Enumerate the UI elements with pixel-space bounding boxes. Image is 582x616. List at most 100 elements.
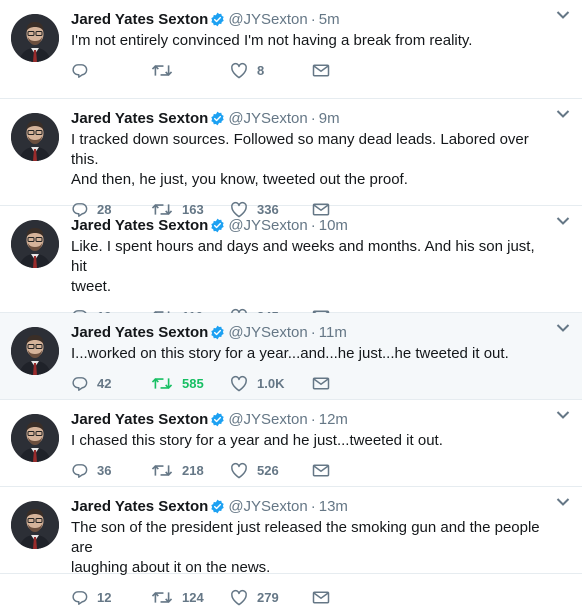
tweet-text-line: I tracked down sources. Followed so many… <box>71 131 529 168</box>
tweet-timestamp[interactable]: 11m <box>319 324 347 341</box>
heart-icon <box>230 62 248 79</box>
tweet[interactable]: Jared Yates Sexton @JYSexton · 11m I...work… <box>0 313 582 400</box>
envelope-icon <box>312 376 330 391</box>
reply-icon <box>71 462 88 479</box>
heart-icon <box>230 462 248 479</box>
tweet-actions: 36 218 526 <box>71 459 552 489</box>
tweet-text-line: tweet. <box>71 278 112 295</box>
tweet-text-line: I chased this story for a year and he ju… <box>71 432 443 449</box>
reply-count: 12 <box>97 589 112 605</box>
author-name[interactable]: Jared Yates Sexton <box>71 110 208 127</box>
tweet-timestamp[interactable]: 13m <box>319 498 348 515</box>
tweet-actions: 12 124 279 <box>71 586 552 616</box>
separator-dot: · <box>310 324 316 341</box>
envelope-icon <box>312 590 330 605</box>
reply-button[interactable]: 42 <box>71 375 151 392</box>
avatar[interactable] <box>11 14 59 62</box>
direct-message-button[interactable] <box>312 376 352 391</box>
reply-count: 36 <box>97 462 112 478</box>
author-name[interactable]: Jared Yates Sexton <box>71 11 208 28</box>
separator-dot: · <box>310 217 316 234</box>
retweet-count: 124 <box>182 589 204 605</box>
tweet-text: I chased this story for a year and he ju… <box>71 431 552 451</box>
like-button[interactable]: 279 <box>230 589 312 606</box>
reply-count: 42 <box>97 375 112 391</box>
author-handle[interactable]: @JYSexton <box>228 11 307 28</box>
tweet-timestamp[interactable]: 12m <box>319 411 348 428</box>
author-handle[interactable]: @JYSexton <box>228 110 307 127</box>
tweet-timestamp[interactable]: 5m <box>319 11 340 28</box>
chevron-down-icon[interactable] <box>556 410 570 420</box>
direct-message-button[interactable] <box>312 590 352 605</box>
tweet-text-line: Like. I spent hours and days and weeks a… <box>71 238 535 275</box>
retweet-button[interactable]: 585 <box>151 375 230 392</box>
retweet-button[interactable]: 218 <box>151 462 230 479</box>
retweet-count: 218 <box>182 462 204 478</box>
author-name[interactable]: Jared Yates Sexton <box>71 324 208 341</box>
like-count: 279 <box>257 589 279 605</box>
chevron-down-icon[interactable] <box>556 216 570 226</box>
reply-button[interactable]: 36 <box>71 462 151 479</box>
reply-button[interactable]: 12 <box>71 589 151 606</box>
avatar[interactable] <box>11 414 59 462</box>
verified-badge-icon <box>210 325 225 340</box>
tweet[interactable]: Jared Yates Sexton @JYSexton · 13m The son … <box>0 487 582 605</box>
chevron-down-icon[interactable] <box>556 109 570 119</box>
tweet-header: Jared Yates Sexton @JYSexton · 11m <box>71 313 552 343</box>
author-handle[interactable]: @JYSexton <box>228 411 307 428</box>
reply-icon <box>71 375 88 392</box>
avatar[interactable] <box>11 327 59 375</box>
chevron-down-icon[interactable] <box>556 10 570 20</box>
author-name[interactable]: Jared Yates Sexton <box>71 411 208 428</box>
author-handle[interactable]: @JYSexton <box>228 498 307 515</box>
chevron-down-icon[interactable] <box>556 497 570 507</box>
retweet-count: 585 <box>182 375 204 391</box>
retweet-icon <box>151 375 173 392</box>
tweet-timestamp[interactable]: 9m <box>319 110 340 127</box>
tweet-text-line: I'm not entirely convinced I'm not havin… <box>71 32 473 49</box>
tweet[interactable]: Jared Yates Sexton @JYSexton · 5m I'm not e… <box>0 0 582 99</box>
avatar[interactable] <box>11 220 59 268</box>
like-button[interactable]: 8 <box>230 62 312 79</box>
reply-icon <box>71 62 88 79</box>
tweet-header: Jared Yates Sexton @JYSexton · 12m <box>71 400 552 430</box>
tweet-text: I...worked on this story for a year...an… <box>71 344 552 364</box>
chevron-down-icon[interactable] <box>556 323 570 333</box>
direct-message-button[interactable] <box>312 63 352 78</box>
verified-badge-icon <box>210 218 225 233</box>
tweet-header: Jared Yates Sexton @JYSexton · 10m <box>71 206 552 236</box>
tweet[interactable]: Jared Yates Sexton @JYSexton · 12m I chased… <box>0 400 582 487</box>
verified-badge-icon <box>210 499 225 514</box>
like-button[interactable]: 526 <box>230 462 312 479</box>
like-button[interactable]: 1.0K <box>230 375 312 392</box>
heart-icon <box>230 589 248 606</box>
retweet-icon <box>151 62 173 79</box>
tweet-timeline: Jared Yates Sexton @JYSexton · 5m I'm not e… <box>0 0 582 605</box>
avatar[interactable] <box>11 501 59 549</box>
tweet-header: Jared Yates Sexton @JYSexton · 5m <box>71 0 552 30</box>
avatar[interactable] <box>11 113 59 161</box>
tweet-header: Jared Yates Sexton @JYSexton · 9m <box>71 99 552 129</box>
author-handle[interactable]: @JYSexton <box>228 217 307 234</box>
heart-icon <box>230 375 248 392</box>
reply-icon <box>71 589 88 606</box>
tweet[interactable]: Jared Yates Sexton @JYSexton · 9m I tracked… <box>0 99 582 217</box>
tweet-text-line: I...worked on this story for a year...an… <box>71 345 509 362</box>
direct-message-button[interactable] <box>312 463 352 478</box>
tweet-actions: 42 585 1.0K <box>71 372 552 402</box>
reply-button[interactable] <box>71 62 151 79</box>
separator-dot: · <box>310 498 316 515</box>
retweet-button[interactable] <box>151 62 230 79</box>
verified-badge-icon <box>210 412 225 427</box>
author-name[interactable]: Jared Yates Sexton <box>71 217 208 234</box>
separator-dot: · <box>310 411 316 428</box>
retweet-button[interactable]: 124 <box>151 589 230 606</box>
tweet-timestamp[interactable]: 10m <box>319 217 348 234</box>
retweet-icon <box>151 462 173 479</box>
tweet[interactable]: Jared Yates Sexton @JYSexton · 10m Like. I … <box>0 206 582 324</box>
tweet-actions: 8 <box>71 59 552 89</box>
author-name[interactable]: Jared Yates Sexton <box>71 498 208 515</box>
author-handle[interactable]: @JYSexton <box>228 324 307 341</box>
tweet-text: Like. I spent hours and days and weeks a… <box>71 237 552 297</box>
separator-dot: · <box>310 11 316 28</box>
